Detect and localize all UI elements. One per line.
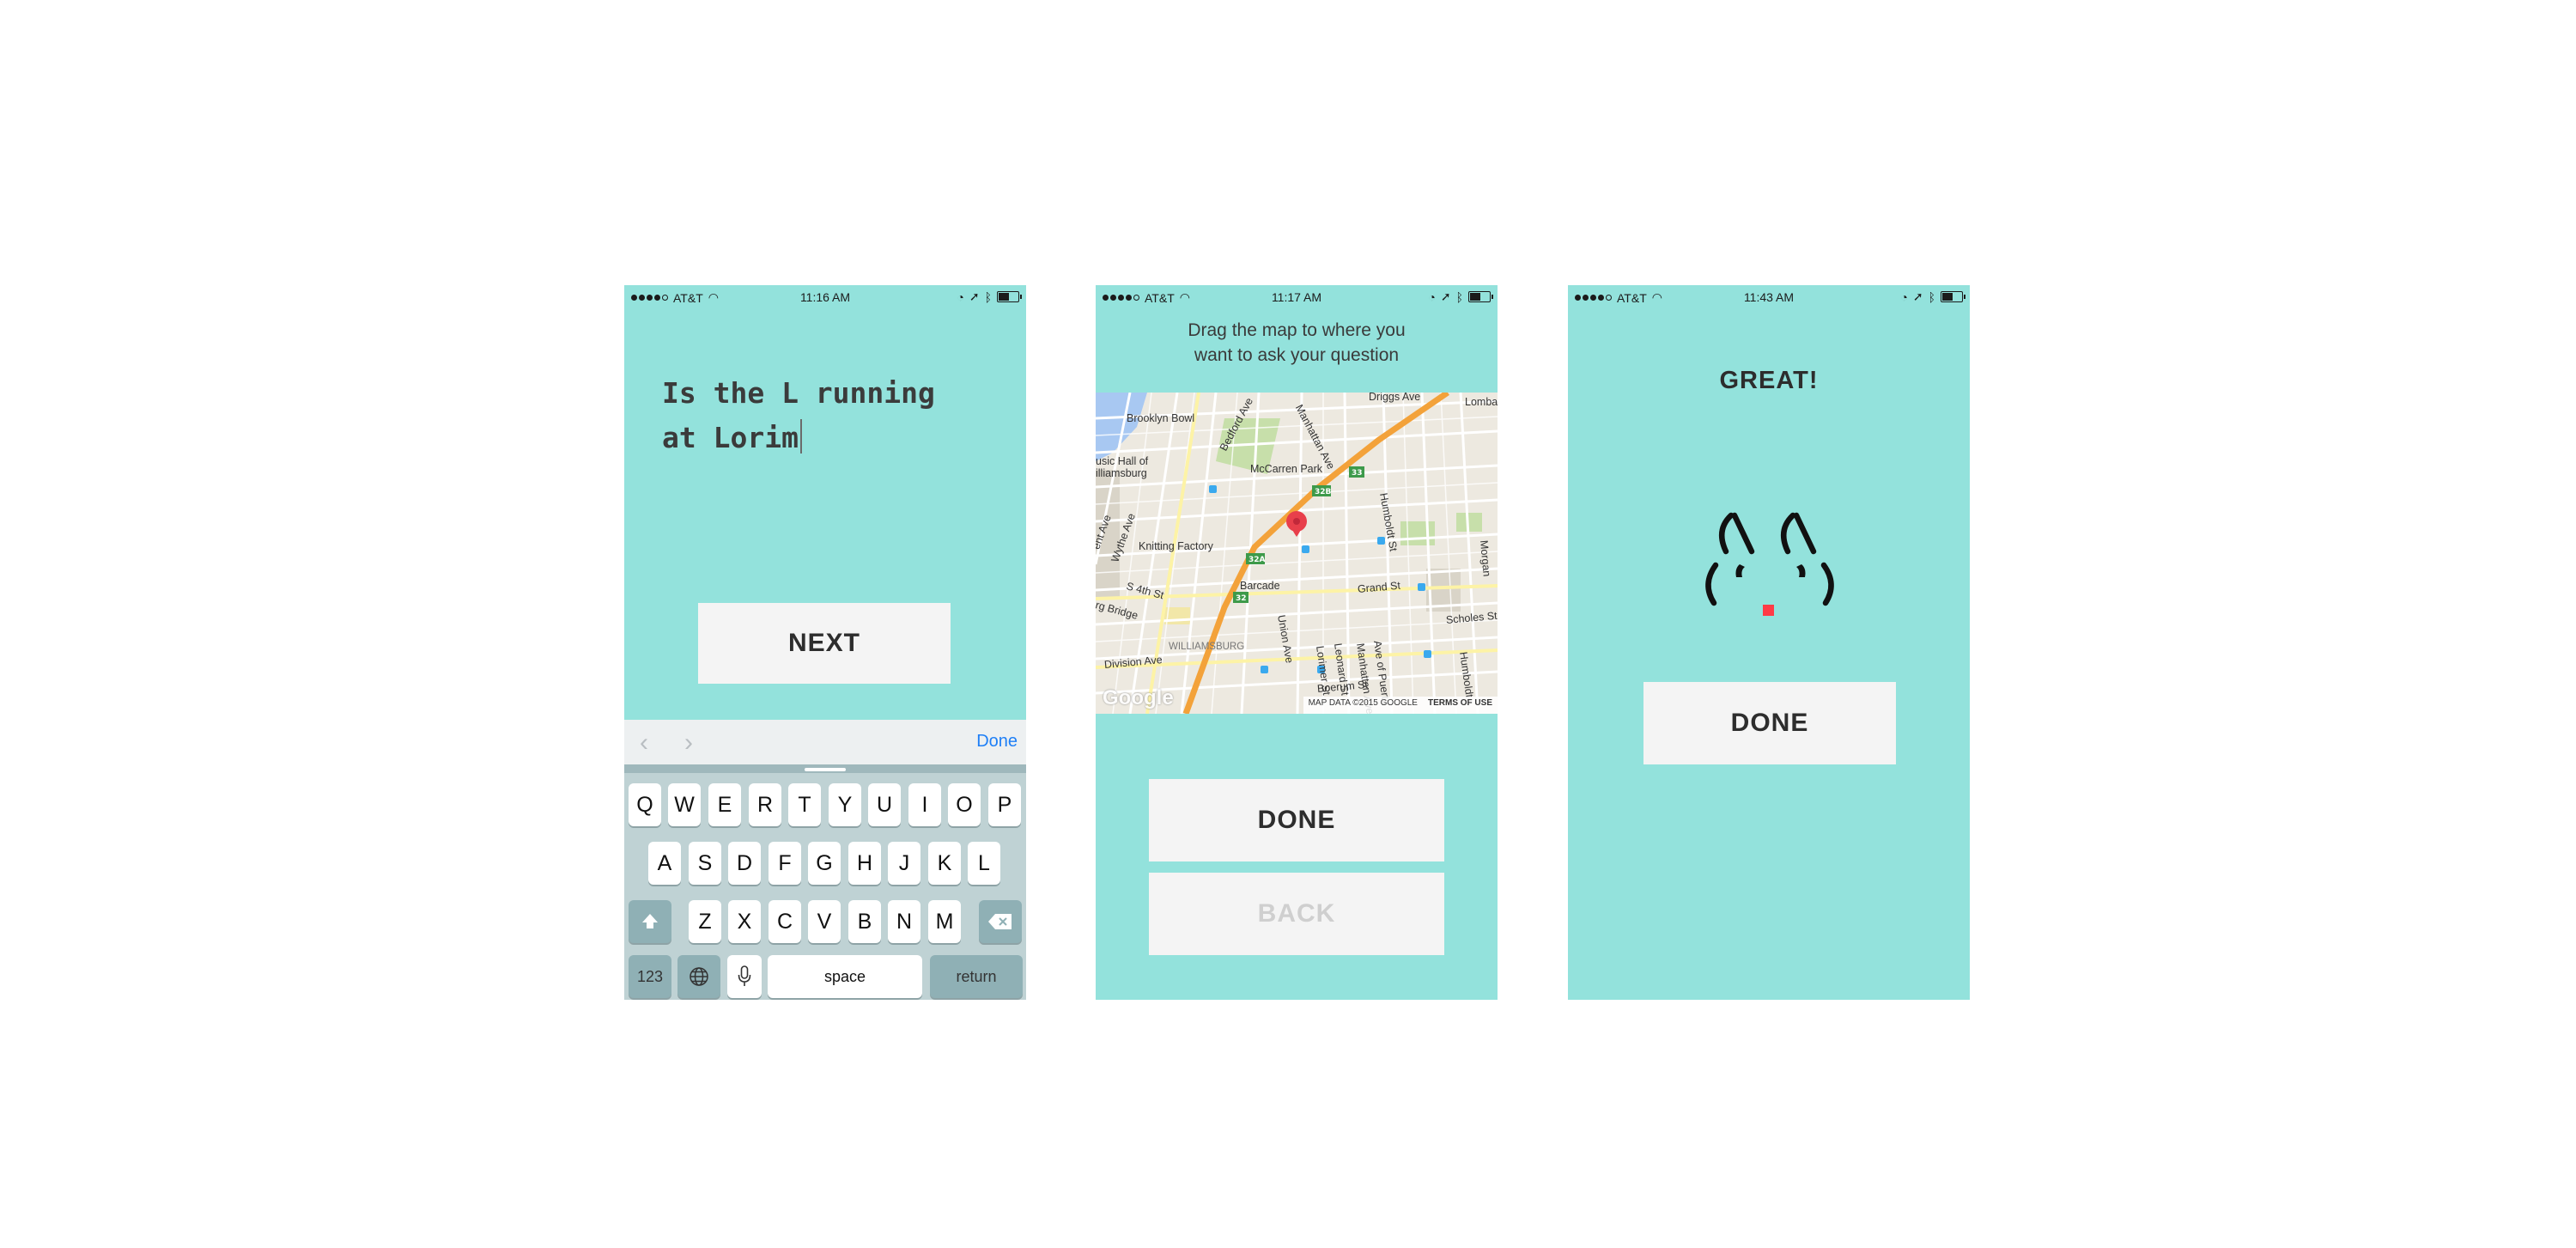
keyboard-done-button[interactable]: Done (976, 732, 1018, 752)
phone-screen-confirmation: AT&T ◠ 11:43 AM ◔ ➚ ᛒ GREAT! DONE (1568, 285, 1970, 1000)
return-key[interactable]: return (930, 955, 1023, 998)
status-bar: AT&T ◠ 11:16 AM ◔ ➚ ᛒ (624, 285, 1026, 309)
backspace-icon (988, 914, 1012, 929)
map-view[interactable]: 32B 33 32A 32 Brooklyn Bowl Driggs Ave M… (1096, 393, 1498, 714)
terms-of-use-link[interactable]: TERMS OF USE (1428, 698, 1492, 708)
key-e[interactable]: E (708, 783, 741, 826)
key-g[interactable]: G (808, 842, 841, 885)
key-c[interactable]: C (769, 900, 801, 943)
delete-key[interactable] (979, 900, 1022, 943)
numbers-key[interactable]: 123 (629, 955, 671, 998)
battery-icon (1468, 291, 1493, 302)
bluetooth-icon: ᛒ (984, 289, 992, 304)
next-button[interactable]: NEXT (698, 603, 951, 684)
key-i[interactable]: I (908, 783, 941, 826)
key-p[interactable]: P (988, 783, 1021, 826)
done-button[interactable]: DONE (1149, 779, 1444, 861)
map-label-barcade: Barcade (1240, 580, 1280, 592)
globe-icon (690, 967, 708, 986)
done-button[interactable]: DONE (1643, 682, 1896, 764)
key-l[interactable]: L (968, 842, 1000, 885)
map-label-driggs: Driggs Ave (1369, 393, 1421, 403)
globe-key[interactable] (677, 955, 720, 998)
map-label-mccarren-park: McCarren Park (1250, 463, 1323, 475)
key-f[interactable]: F (769, 842, 801, 885)
key-w[interactable]: W (668, 783, 701, 826)
status-bar: AT&T ◠ 11:17 AM ◔ ➚ ᛒ (1096, 285, 1498, 309)
keyboard-accessory-bar: ‹ › Done (624, 720, 1026, 764)
question-line-1: Is the L running (662, 376, 935, 410)
shift-icon (642, 914, 658, 928)
text-cursor (799, 419, 802, 454)
key-h[interactable]: H (848, 842, 881, 885)
map-label-lombardy: Lombar (1465, 396, 1498, 408)
previous-field-icon[interactable]: ‹ (640, 728, 648, 758)
key-u[interactable]: U (868, 783, 901, 826)
key-t[interactable]: T (788, 783, 821, 826)
instruction-line-1: Drag the map to where you (1188, 320, 1406, 340)
bunny-face-icon (1705, 512, 1834, 616)
map-instruction: Drag the map to where you want to ask yo… (1096, 318, 1498, 368)
bluetooth-icon: ᛒ (1455, 289, 1463, 304)
lock-rotation-icon: ◔ (957, 289, 964, 304)
phone-screen-map: AT&T ◠ 11:17 AM ◔ ➚ ᛒ Drag the map to wh… (1096, 285, 1498, 1000)
key-x[interactable]: X (728, 900, 761, 943)
key-y[interactable]: Y (829, 783, 861, 826)
svg-text:33: 33 (1352, 469, 1363, 478)
battery-icon (997, 291, 1022, 302)
key-d[interactable]: D (728, 842, 761, 885)
key-o[interactable]: O (948, 783, 981, 826)
map-label-neighborhood: WILLIAMSBURG (1169, 642, 1245, 652)
microphone-icon (738, 965, 751, 986)
map-copyright: MAP DATA ©2015 GOOGLE (1308, 698, 1418, 708)
lock-rotation-icon: ◔ (1428, 289, 1436, 304)
question-input[interactable]: Is the L running at Lorim (662, 371, 1005, 460)
map-label-music-hall: usic Hall of (1096, 455, 1149, 467)
map-attribution: MAP DATA ©2015 GOOGLE TERMS OF USE (1303, 697, 1498, 714)
question-line-2: at Lorim (662, 421, 799, 454)
map-label-brooklyn-bowl: Brooklyn Bowl (1127, 412, 1195, 424)
key-a[interactable]: A (648, 842, 681, 885)
next-field-icon[interactable]: › (684, 728, 693, 758)
svg-text:32A: 32A (1249, 556, 1266, 564)
keyboard: Q W E R T Y U I O P A S D F G H J K L Z (624, 764, 1026, 1000)
map-label-knitting-factory: Knitting Factory (1139, 540, 1213, 552)
map-label-williamsburg-small: illiamsburg (1096, 467, 1147, 479)
shift-key[interactable] (629, 900, 671, 943)
instruction-line-2: want to ask your question (1194, 345, 1400, 365)
phone-screen-question: AT&T ◠ 11:16 AM ◔ ➚ ᛒ Is the L running a… (624, 285, 1026, 1000)
svg-text:32: 32 (1236, 594, 1247, 603)
key-q[interactable]: Q (629, 783, 661, 826)
google-logo: Google (1103, 686, 1174, 709)
key-b[interactable]: B (848, 900, 881, 943)
space-key[interactable]: space (768, 955, 922, 998)
dictation-key[interactable] (727, 955, 762, 998)
key-m[interactable]: M (928, 900, 961, 943)
location-icon: ➚ (969, 289, 980, 303)
key-z[interactable]: Z (689, 900, 721, 943)
back-button[interactable]: BACK (1149, 873, 1444, 955)
key-k[interactable]: K (928, 842, 961, 885)
location-icon: ➚ (1440, 289, 1451, 303)
key-j[interactable]: J (888, 842, 920, 885)
key-v[interactable]: V (808, 900, 841, 943)
key-r[interactable]: R (749, 783, 781, 826)
key-s[interactable]: S (689, 842, 721, 885)
svg-text:32B: 32B (1315, 488, 1332, 496)
key-n[interactable]: N (888, 900, 920, 943)
